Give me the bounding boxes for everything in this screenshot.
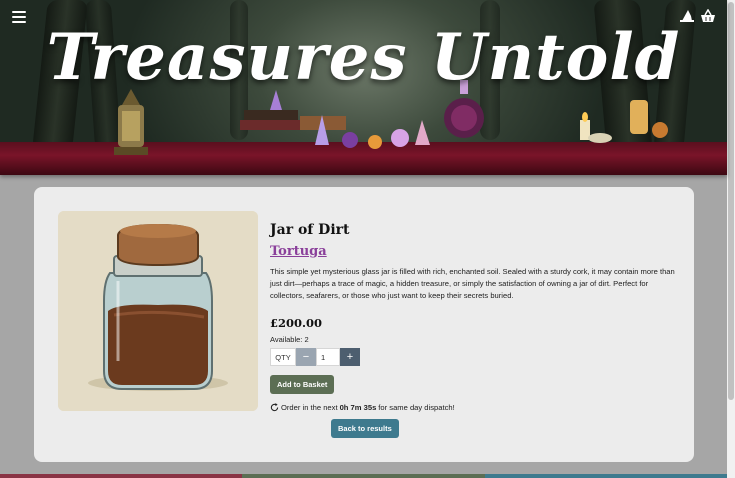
product-info: Jar of Dirt Tortuga This simple yet myst… [270, 222, 680, 412]
qty-decrease-button[interactable]: − [296, 348, 316, 366]
product-image [58, 211, 258, 411]
dispatch-suffix: for same day dispatch! [378, 403, 455, 412]
dispatch-countdown: 0h 7m 35s [339, 403, 377, 412]
scrollbar-thumb[interactable] [728, 2, 734, 400]
wizard-hat-icon[interactable] [680, 9, 694, 28]
product-title: Jar of Dirt [270, 222, 350, 238]
add-to-basket-button[interactable]: Add to Basket [270, 375, 335, 394]
product-description: This simple yet mysterious glass jar is … [270, 267, 675, 300]
qty-increase-button[interactable]: + [340, 348, 360, 366]
jar-of-dirt-illustration [58, 211, 258, 411]
qty-label: QTY [270, 348, 296, 366]
page-scrollbar[interactable] [727, 0, 735, 478]
qty-input[interactable]: 1 [316, 348, 340, 366]
dispatch-prefix: Order in the next [281, 403, 338, 412]
header-banner: Treasures Untold [0, 0, 727, 175]
site-title[interactable]: Treasures Untold [0, 20, 727, 95]
product-card: Jar of Dirt Tortuga This simple yet myst… [34, 187, 694, 462]
seller-link[interactable]: Tortuga [270, 244, 327, 259]
refresh-clock-icon [270, 403, 279, 412]
footer-bar [484, 474, 727, 478]
footer-bar [0, 474, 243, 478]
footer-bar [242, 474, 485, 478]
footer-color-bars [0, 474, 727, 478]
hamburger-menu-icon[interactable] [12, 9, 26, 26]
basket-icon[interactable] [700, 8, 716, 28]
quantity-stepper: QTY − 1 + [270, 348, 680, 366]
availability-text: Available: 2 [270, 335, 309, 344]
back-to-results-button[interactable]: Back to results [331, 419, 399, 438]
brass-lantern-icon [114, 89, 148, 155]
product-price: £200.00 [270, 316, 323, 330]
candles-icon [580, 100, 668, 143]
dispatch-notice: Order in the next 0h 7m 35s for same day… [270, 403, 680, 412]
crystals-icon [315, 115, 430, 149]
